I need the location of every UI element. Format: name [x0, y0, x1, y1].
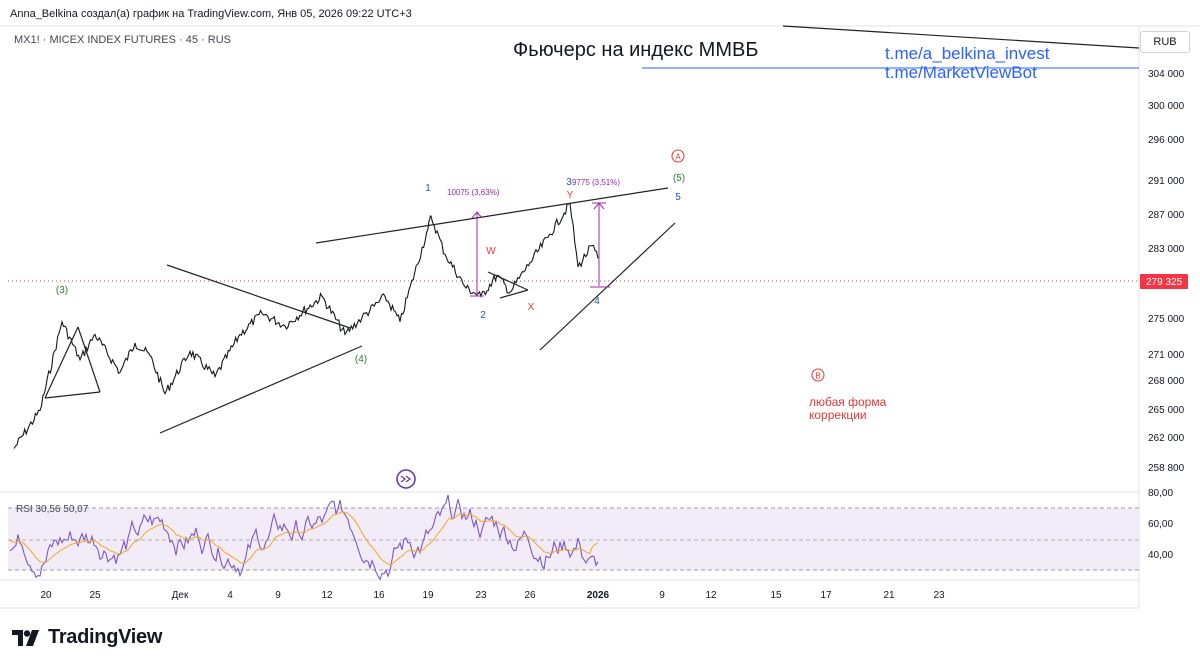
tradingview-logo[interactable]: TradingView: [12, 626, 162, 649]
wave-label-2: 2: [480, 310, 486, 321]
rsi-tick-label: 60,00: [1148, 519, 1173, 530]
x-tick-label: 4: [227, 590, 233, 601]
x-tick-label: 2026: [587, 590, 610, 601]
x-tick-label: 12: [705, 590, 717, 601]
circled-b-label: B: [815, 372, 820, 381]
y-tick-label: 300 000: [1148, 101, 1185, 112]
wave-label-4-major: (4): [355, 354, 367, 365]
x-tick-label: 26: [524, 590, 536, 601]
rsi-axis[interactable]: 80,00 60,00 40,00: [1148, 488, 1173, 561]
tradingview-logo-text: TradingView: [48, 626, 163, 648]
y-tick-label: 268 000: [1148, 376, 1185, 387]
wave-label-5: 5: [675, 192, 681, 203]
y-tick-label: 296 000: [1148, 135, 1185, 146]
x-tick-label: 25: [89, 590, 101, 601]
wave-label-3-major: (3): [56, 285, 68, 296]
y-tick-label: 275 000: [1148, 314, 1185, 325]
wave-label-y: Y: [567, 190, 574, 201]
x-tick-label: 23: [475, 590, 487, 601]
x-tick-label: 21: [883, 590, 895, 601]
x-tick-label: 19: [422, 590, 434, 601]
trend-lines[interactable]: [44, 25, 1140, 434]
chart-title: Фьючерс на индекс ММВБ: [513, 39, 758, 61]
wave3-sub-line-1: [44, 326, 79, 399]
x-tick-label: 23: [933, 590, 945, 601]
time-axis[interactable]: 20 25 Дек 4 9 12 16 19 23 26 2026 9 12 1…: [40, 590, 945, 601]
x-tick-label: 9: [275, 590, 281, 601]
wave-label-1: 1: [425, 183, 431, 194]
x-sub-line-1: [487, 271, 529, 291]
y-tick-label: 262 000: [1148, 433, 1185, 444]
y-tick-label: 287 000: [1148, 210, 1185, 221]
rsi-tick-label: 40,00: [1148, 550, 1173, 561]
wave3-sub-line-2: [77, 326, 101, 393]
link-telegram-bot[interactable]: t.me/MarketViewBot: [885, 63, 1037, 82]
y-tick-label: 258 800: [1148, 463, 1185, 474]
tradingview-logo-icon: [12, 629, 39, 646]
rsi-legend[interactable]: RSI 30,56 50,07: [16, 504, 89, 515]
correction-note-line2: коррекции: [809, 408, 867, 422]
last-price-badge: 279 325: [1140, 274, 1188, 289]
x-tick-label: 12: [321, 590, 333, 601]
x-tick-label: 20: [40, 590, 52, 601]
wave3-sub-line-3: [44, 391, 101, 399]
y-tick-label: 265 000: [1148, 405, 1185, 416]
price-series-line: [13, 202, 599, 449]
x-tick-label: 16: [373, 590, 385, 601]
wave-label-w: W: [486, 246, 496, 257]
wave-label-x: X: [528, 302, 535, 313]
circled-a-marker: A: [671, 149, 685, 163]
rsi-band: [8, 508, 1139, 570]
rsi-tick-label: 80,00: [1148, 488, 1173, 499]
x-tick-label: 15: [770, 590, 782, 601]
price-axis[interactable]: 304 000 300 000 296 000 291 000 287 000 …: [1148, 69, 1185, 474]
y-tick-label: 271 000: [1148, 350, 1185, 361]
y-tick-label: 304 000: [1148, 69, 1185, 80]
x-sub-line-2: [499, 289, 529, 299]
measure-2-label: 9775 (3,51%): [572, 178, 620, 187]
circled-b-marker: B: [811, 368, 825, 382]
replay-icon[interactable]: [396, 469, 416, 489]
wave-label-4: 4: [594, 296, 600, 307]
link-telegram-channel[interactable]: t.me/a_belkina_invest: [885, 44, 1050, 63]
circled-a-label: A: [675, 153, 681, 162]
triangle-lower-line: [159, 345, 363, 434]
correction-note-line1: любая форма: [809, 395, 887, 409]
wave-label-5-major: (5): [673, 173, 685, 184]
x-tick-label: 17: [820, 590, 832, 601]
x-tick-label: Дек: [172, 590, 189, 601]
last-price-label: 279 325: [1146, 277, 1183, 288]
y-tick-label: 283 000: [1148, 244, 1185, 255]
measure-1-label: 10075 (3,63%): [447, 188, 500, 197]
price-chart[interactable]: Фьючерс на индекс ММВБ t.me/a_belkina_in…: [0, 0, 1200, 666]
x-tick-label: 9: [659, 590, 665, 601]
y-tick-label: 291 000: [1148, 176, 1185, 187]
